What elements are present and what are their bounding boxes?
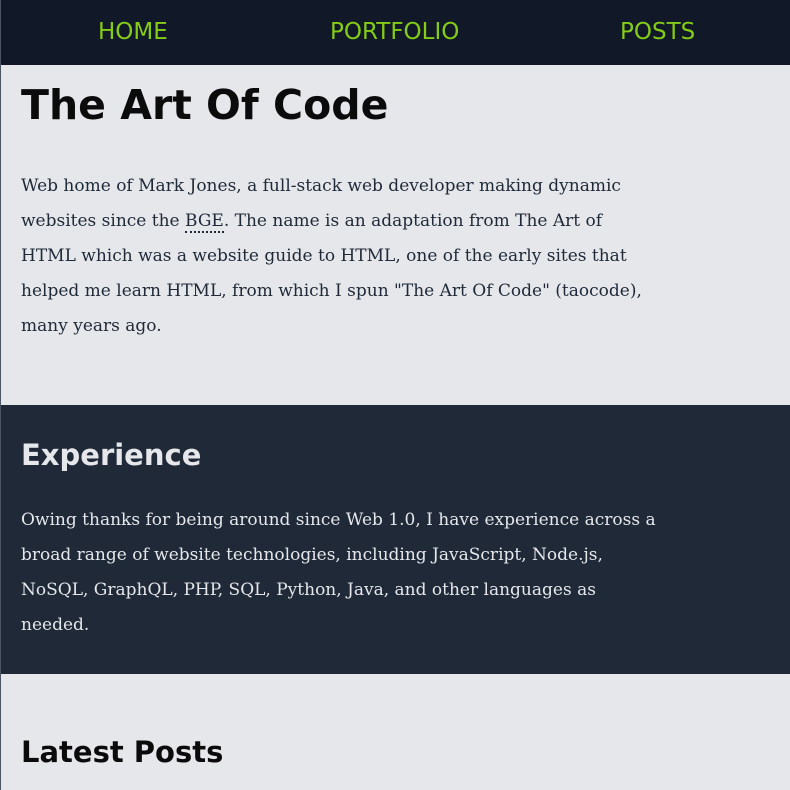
experience-paragraph: Owing thanks for being around since Web … (21, 503, 656, 643)
experience-section: Experience Owing thanks for being around… (0, 405, 790, 674)
nav-link-home[interactable]: HOME (98, 0, 168, 65)
bge-abbreviation[interactable]: BGE (185, 211, 224, 233)
intro-line: many years ago. (21, 316, 162, 336)
intro-section: The Art Of Code Web home of Mark Jones, … (0, 65, 790, 405)
intro-line-text: websites since the (21, 211, 186, 231)
experience-line: needed. (21, 615, 90, 635)
latest-posts-section: Latest Posts (0, 674, 790, 790)
intro-paragraph: Web home of Mark Jones, a full-stack web… (21, 169, 642, 344)
experience-line: NoSQL, GraphQL, PHP, SQL, Python, Java, … (21, 580, 596, 600)
top-navigation-bar: HOME PORTFOLIO POSTS (0, 0, 790, 65)
experience-heading: Experience (21, 438, 202, 472)
experience-line: Owing thanks for being around since Web … (21, 510, 656, 530)
intro-line: Web home of Mark Jones, a full-stack web… (21, 176, 621, 196)
experience-line: broad range of website technologies, inc… (21, 545, 603, 565)
intro-line-text: . The name is an adaptation from The Art… (223, 211, 603, 231)
nav-link-portfolio[interactable]: PORTFOLIO (330, 0, 459, 65)
window-left-edge (0, 0, 1, 790)
page-title: The Art Of Code (21, 81, 389, 129)
intro-line: helped me learn HTML, from which I spun … (21, 281, 642, 301)
intro-line: websites since the BGE. The name is an a… (21, 204, 642, 239)
nav-link-posts[interactable]: POSTS (620, 0, 695, 65)
latest-posts-heading: Latest Posts (21, 735, 224, 769)
intro-line: HTML which was a website guide to HTML, … (21, 246, 627, 266)
